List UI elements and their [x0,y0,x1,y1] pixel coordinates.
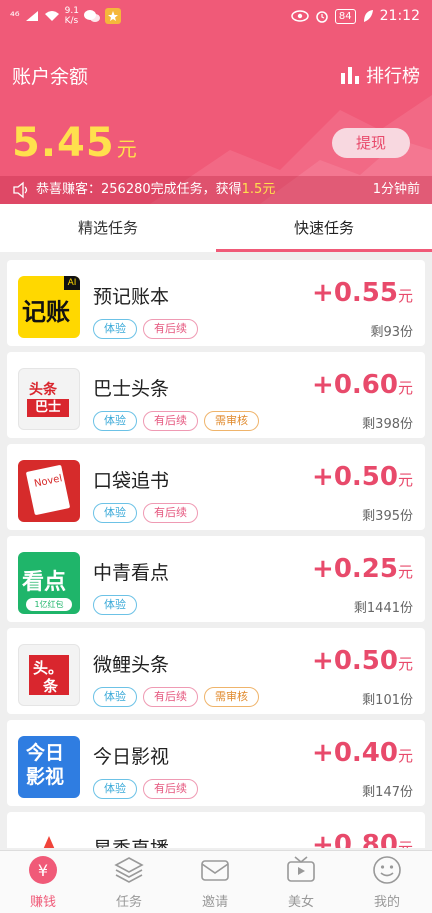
task-remaining: 剩398份 [362,417,413,432]
tag-followup: 有后续 [143,411,198,431]
app-logo-icon: 头。 条 [18,644,80,706]
nav-earn[interactable]: ¥ 赚钱 [0,851,86,913]
tag-trial: 体验 [93,503,137,523]
tag-trial: 体验 [93,411,137,431]
task-tags: 体验 有后续 需审核 [93,411,259,431]
tag-trial: 体验 [93,595,137,615]
notice-message: 恭喜赚客：256280完成任务，获得1.5元 [36,182,276,197]
app-logo-icon: 看点 1亿红包 [18,552,80,614]
balance-value: 5.45 [12,120,115,166]
ranking-label: 排行榜 [366,66,420,87]
task-remaining: 剩147份 [362,785,413,800]
ranking-button[interactable]: 排行榜 [340,62,420,88]
task-name: 巴士头条 [93,378,170,400]
status-bar: ⁴⁶ 9.1 K/s 84 21:12 [0,0,432,36]
task-reward: +0.55元 [312,278,413,308]
app-logo-icon [18,828,80,848]
leaf-icon [363,10,373,22]
app-logo-icon: 记账 AI [18,276,80,338]
task-card[interactable]: 看点 1亿红包 中青看点 体验 +0.25元 剩1441份 [7,536,425,622]
task-card[interactable]: 头条 巴士 巴士头条 体验 有后续 需审核 +0.60元 剩398份 [7,352,425,438]
notice-amount: 1.5元 [241,182,276,197]
task-reward: +0.40元 [312,738,413,768]
task-reward: +0.60元 [312,370,413,400]
tv-icon [287,856,315,882]
signal-icon: ⁴⁶ [10,9,20,23]
task-tags: 体验 有后续 [93,319,198,339]
task-reward: +0.50元 [312,462,413,492]
account-header: ⁴⁶ 9.1 K/s 84 21:12 账户余额 排行榜 5.45 元 提现 恭… [0,0,432,204]
task-remaining: 剩1441份 [353,601,413,616]
tab-featured-tasks[interactable]: 精选任务 [0,204,216,252]
net-speed: 9.1 K/s [64,6,79,26]
tag-review: 需审核 [204,687,259,707]
app-logo-icon: 头条 巴士 [18,368,80,430]
task-card[interactable]: 星秀直播 +0.80元 [7,812,425,848]
nav-mine[interactable]: 我的 [344,851,430,913]
task-card[interactable]: Novel 口袋追书 体验 有后续 +0.50元 剩395份 [7,444,425,530]
task-tags: 体验 有后续 需审核 [93,687,259,707]
yuan-icon: ¥ [29,856,57,884]
tag-trial: 体验 [93,779,137,799]
task-reward: +0.25元 [312,554,413,584]
task-name: 口袋追书 [93,470,170,492]
task-name: 中青看点 [93,562,170,584]
tag-followup: 有后续 [143,687,198,707]
balance-amount: 5.45 元 [12,120,138,166]
task-name: 微鲤头条 [93,654,170,676]
task-tags: 体验 [93,595,137,615]
withdraw-button[interactable]: 提现 [332,128,410,158]
task-reward: +0.80元 [312,830,413,848]
task-name: 今日影视 [93,746,170,768]
nav-invite[interactable]: 邀请 [172,851,258,913]
task-remaining: 剩395份 [362,509,413,524]
task-name: 星秀直播 [93,834,169,848]
tag-trial: 体验 [93,687,137,707]
task-remaining: 剩101份 [362,693,413,708]
nav-tasks[interactable]: 任务 [86,851,172,913]
wechat-icon [83,10,100,22]
app-logo-icon: Novel [18,460,80,522]
eye-icon [291,10,309,22]
task-name: 预记账本 [93,286,170,308]
task-tags: 体验 有后续 [93,779,198,799]
task-tabs: 精选任务 快速任务 [0,204,432,252]
task-card[interactable]: 今日 影视 今日影视 体验 有后续 +0.40元 剩147份 [7,720,425,806]
alarm-icon [316,11,328,23]
app-notification-icon [104,8,121,24]
smiley-icon [373,856,401,884]
mail-icon [201,860,229,881]
tag-followup: 有后续 [143,319,198,339]
task-list: 记账 AI 预记账本 体验 有后续 +0.55元 剩93份 头条 巴士 巴士头条… [0,252,432,848]
app-logo-icon: 今日 影视 [18,736,80,798]
bar-chart-icon [341,67,359,84]
tag-review: 需审核 [204,411,259,431]
layers-icon [114,857,144,883]
notice-bar: 恭喜赚客：256280完成任务，获得1.5元 1分钟前 [0,176,432,204]
notice-time: 1分钟前 [372,182,420,197]
svg-text:¥: ¥ [38,861,48,880]
task-remaining: 剩93份 [370,325,413,340]
task-card[interactable]: 头。 条 微鲤头条 体验 有后续 需审核 +0.50元 剩101份 [7,628,425,714]
speaker-icon [13,181,28,199]
page-title: 账户余额 [12,66,89,88]
cell-signal-icon [25,11,38,21]
tag-followup: 有后续 [143,779,198,799]
wifi-icon [44,11,59,21]
balance-unit: 元 [116,137,138,161]
nav-beauty[interactable]: 美女 [258,851,344,913]
battery-level: 84 [334,8,356,24]
bottom-navigation: ¥ 赚钱 任务 邀请 美女 我的 [0,850,432,913]
task-tags: 体验 有后续 [93,503,198,523]
task-card[interactable]: 记账 AI 预记账本 体验 有后续 +0.55元 剩93份 [7,260,425,346]
clock: 21:12 [379,8,420,24]
task-reward: +0.50元 [312,646,413,676]
tag-followup: 有后续 [143,503,198,523]
tab-quick-tasks[interactable]: 快速任务 [216,204,432,252]
tag-trial: 体验 [93,319,137,339]
